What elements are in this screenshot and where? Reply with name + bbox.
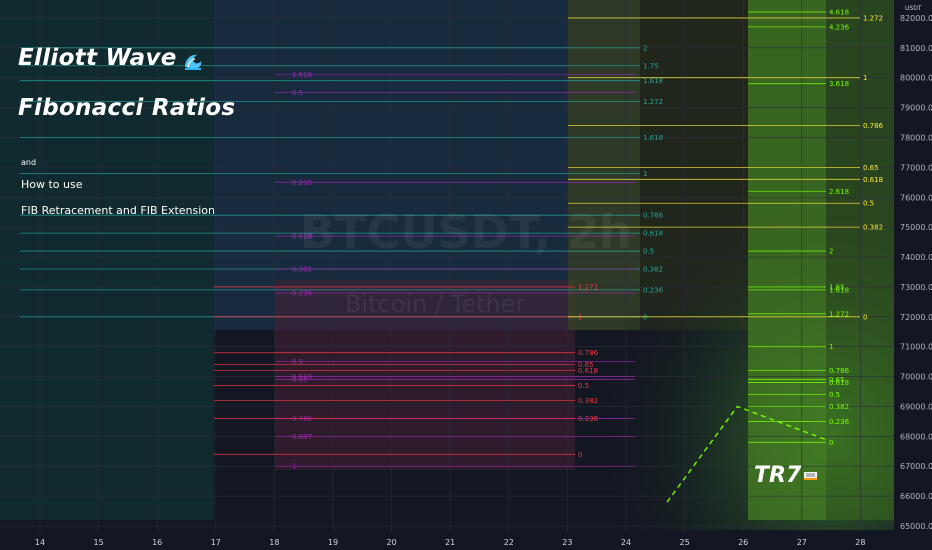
- fib-label: 1.618: [829, 286, 849, 294]
- price-tick-label: 67000.00: [900, 462, 932, 471]
- fib-label: 0: [829, 439, 833, 447]
- price-tick-label: 71000.00: [900, 343, 932, 352]
- fib-label: 0.618: [829, 379, 849, 387]
- fib-label: 0.236: [292, 289, 313, 297]
- price-tick-label: 72000.00: [900, 313, 932, 322]
- fib-label: 1: [292, 463, 296, 471]
- fib-label: 4.236: [829, 23, 850, 31]
- currency-label: USDT: [905, 5, 922, 12]
- time-tick-label: 28: [855, 538, 865, 547]
- time-tick-label: 21: [445, 538, 455, 547]
- subtitle-text: FIB Retracement and FIB Extension: [21, 204, 215, 217]
- price-tick-label: 78000.00: [900, 133, 932, 142]
- fib-label: 0.5: [863, 200, 874, 208]
- and-text: and: [21, 158, 37, 167]
- book-icon: [804, 472, 818, 480]
- fib-label: 2: [643, 44, 647, 52]
- fib-label: 0.382: [292, 265, 312, 273]
- price-tick-label: 82000.00: [900, 14, 932, 23]
- price-tick-label: 73000.00: [900, 283, 932, 292]
- fib-label: 0.5: [292, 89, 303, 97]
- fib-label: 0.618: [863, 176, 883, 184]
- fib-label: 0.786: [578, 349, 599, 357]
- fib-label: 2: [829, 248, 833, 256]
- time-tick-label: 24: [621, 538, 631, 547]
- fib-label: 0.887: [292, 433, 312, 441]
- price-tick-label: 65000.00: [900, 522, 932, 531]
- fib-label: 0.382: [643, 265, 663, 273]
- fib-label: 1.272: [829, 310, 849, 318]
- fib-label: 0.65: [292, 376, 308, 384]
- fib-label: 0.5: [829, 391, 840, 399]
- fib-label: 0.786: [292, 415, 313, 423]
- fib-label: 0.786: [863, 122, 884, 130]
- price-tick-label: 66000.00: [900, 492, 932, 501]
- fib-label: 1: [829, 343, 833, 351]
- time-tick-label: 15: [94, 538, 104, 547]
- fib-label: 0: [863, 313, 867, 321]
- fib-label: 0: [643, 313, 647, 321]
- fib-label: 0.236: [578, 415, 599, 423]
- fib-label: 2.618: [829, 188, 849, 196]
- fib-label: 0.65: [863, 164, 879, 172]
- time-tick-label: 16: [152, 538, 162, 547]
- fib-label: 0.786: [829, 367, 850, 375]
- price-tick-label: 76000.00: [900, 193, 932, 202]
- fib-label: 0.236: [292, 179, 313, 187]
- fib-label: 0.382: [829, 403, 849, 411]
- title-line-2: Fibonacci Ratios: [18, 95, 236, 121]
- time-tick-label: 26: [738, 538, 748, 547]
- fib-label: 1: [863, 74, 867, 82]
- brand-text: TR7: [754, 463, 802, 488]
- price-tick-label: 80000.00: [900, 74, 932, 83]
- fib-label: 1.272: [643, 98, 663, 106]
- fib-label: 1.75: [643, 62, 659, 70]
- fib-label: 1: [643, 170, 647, 178]
- fib-label: 0.382: [578, 397, 598, 405]
- time-tick-label: 14: [35, 538, 45, 547]
- fib-label: 1.618: [643, 77, 663, 85]
- time-tick-label: 23: [562, 538, 572, 547]
- symbol-name-watermark: Bitcoin / Tether: [345, 290, 526, 318]
- fib-label: 0.5: [578, 382, 589, 390]
- price-tick-label: 79000.00: [900, 104, 932, 113]
- price-tick-label: 70000.00: [900, 373, 932, 382]
- price-tick-label: 77000.00: [900, 163, 932, 172]
- time-tick-label: 22: [504, 538, 514, 547]
- fib-label: 3.618: [829, 80, 849, 88]
- symbol-watermark: BTCUSDT, 2h: [300, 205, 632, 259]
- time-tick-label: 20: [387, 538, 397, 547]
- fib-label: 0.236: [829, 418, 850, 426]
- fib-label: 1.272: [863, 14, 883, 22]
- fib-label: 0.5: [643, 248, 654, 256]
- price-tick-label: 68000.00: [900, 432, 932, 441]
- time-axis[interactable]: 14 15 16 17 18 19 20 21 22 23 24 25 26 27 28: [35, 538, 866, 547]
- price-tick-label: 81000.00: [900, 44, 932, 53]
- fib-label: 0: [578, 451, 582, 459]
- fib-label: 1: [578, 313, 582, 321]
- time-tick-label: 25: [680, 538, 690, 547]
- fib-label: 1.618: [292, 71, 312, 79]
- fib-label: 0.618: [643, 230, 663, 238]
- price-tick-label: 75000.00: [900, 223, 932, 232]
- fib-label: 0.382: [863, 224, 883, 232]
- time-tick-label: 19: [328, 538, 338, 547]
- fib-label: 1.618: [643, 134, 663, 142]
- time-tick-label: 18: [269, 538, 279, 547]
- time-tick-label: 17: [211, 538, 221, 547]
- howto-text: How to use: [21, 178, 83, 191]
- brand-logo: TR7: [754, 463, 819, 488]
- title-line-1: Elliott Wave: [18, 45, 177, 71]
- fib-label: 0.618: [578, 367, 598, 375]
- fib-label: 4.618: [829, 8, 849, 16]
- time-tick-label: 27: [797, 538, 807, 547]
- time-axis-background[interactable]: [0, 532, 932, 550]
- fib-label: 0.786: [643, 212, 664, 220]
- fib-label: 0.236: [643, 286, 664, 294]
- price-tick-label: 69000.00: [900, 402, 932, 411]
- fib-label: 1.272: [578, 283, 598, 291]
- price-tick-label: 74000.00: [900, 253, 932, 262]
- water-wave-icon: [185, 54, 202, 70]
